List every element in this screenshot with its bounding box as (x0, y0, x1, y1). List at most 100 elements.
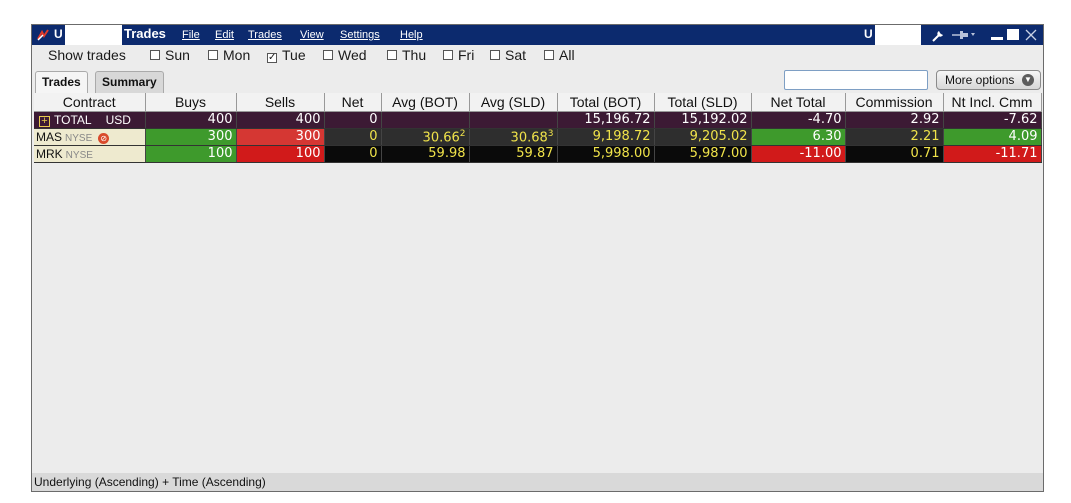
trades-table: Contract Buys Sells Net Avg (BOT) Avg (S… (34, 93, 1042, 163)
column-header-total-sld[interactable]: Total (SLD) (654, 93, 752, 112)
column-header-buys[interactable]: Buys (145, 93, 237, 112)
net-total-cell: -11.00 (751, 145, 846, 163)
day-checkbox-wed[interactable]: Wed (323, 47, 367, 63)
total-avg-sld (469, 111, 558, 129)
total-contract-cell[interactable]: + TOTAL USD (34, 111, 146, 129)
net-cell: 0 (324, 128, 382, 146)
total-sld-cell: 5,987.00 (654, 145, 752, 163)
account-redaction-right (875, 25, 921, 45)
day-label: Sun (165, 47, 190, 63)
column-header-commission[interactable]: Commission (845, 93, 944, 112)
day-checkbox-fri[interactable]: Fri (443, 47, 474, 63)
tab-summary[interactable]: Summary (95, 71, 164, 93)
day-label: Sat (505, 47, 527, 63)
day-checkbox-tue[interactable]: ✓ Tue (267, 47, 306, 63)
day-checkbox-thu[interactable]: Thu (387, 47, 426, 63)
day-checkbox-mon[interactable]: Mon (208, 47, 250, 63)
stop-icon: ⊘ (98, 132, 110, 144)
avg-bot-value: 30.66 (422, 129, 460, 145)
exchange: NYSE (65, 149, 93, 161)
nt-incl-cmm-cell: -11.71 (943, 145, 1042, 163)
total-total-sld: 15,192.02 (654, 111, 752, 129)
avg-bot-cell: 59.98 (381, 145, 470, 163)
checkbox-icon (387, 50, 397, 60)
column-header-sells[interactable]: Sells (236, 93, 325, 112)
buys-cell: 300 (145, 128, 237, 146)
contract-cell[interactable]: MAS NYSE ⊘ (34, 128, 146, 146)
day-checkbox-sat[interactable]: Sat (490, 47, 526, 63)
menu-settings[interactable]: Settings (340, 29, 380, 41)
total-total-bot: 15,196.72 (557, 111, 655, 129)
menu-edit[interactable]: Edit (215, 29, 234, 41)
title-bar: U Trades File Edit Trades View Settings … (32, 25, 1043, 45)
total-avg-bot (381, 111, 470, 129)
tab-bar: Trades Summary More options ▼ (32, 69, 1043, 93)
commission-cell: 0.71 (845, 145, 944, 163)
expand-icon[interactable]: + (39, 115, 50, 127)
tab-trades[interactable]: Trades (35, 71, 88, 93)
contract-cell[interactable]: MRK NYSE (34, 145, 146, 163)
checkbox-checked-icon: ✓ (267, 52, 277, 63)
total-buys: 400 (145, 111, 237, 129)
minimize-icon[interactable] (990, 27, 1004, 43)
chevron-down-icon: ▼ (1022, 74, 1034, 86)
show-trades-label: Show trades (48, 47, 126, 63)
symbol: MRK (36, 146, 63, 161)
day-label: Tue (282, 47, 306, 63)
net-total-cell: 6.30 (751, 128, 846, 146)
column-header-total-bot[interactable]: Total (BOT) (557, 93, 655, 112)
search-input[interactable] (784, 70, 928, 90)
sells-cell: 100 (236, 145, 325, 163)
menu-help[interactable]: Help (400, 29, 423, 41)
app-logo-icon (36, 28, 50, 42)
sort-status-bar: Underlying (Ascending) + Time (Ascending… (32, 473, 1043, 491)
menu-view[interactable]: View (300, 29, 324, 41)
symbol: MAS (36, 129, 63, 144)
trades-window: U Trades File Edit Trades View Settings … (31, 24, 1044, 492)
day-checkbox-all[interactable]: All (544, 47, 575, 63)
column-header-net[interactable]: Net (324, 93, 382, 112)
commission-cell: 2.21 (845, 128, 944, 146)
checkbox-icon (544, 50, 554, 60)
checkbox-icon (490, 50, 500, 60)
column-header-avg-bot[interactable]: Avg (BOT) (381, 93, 470, 112)
avg-sld-value: 30.68 (510, 129, 548, 145)
table-row[interactable]: MAS NYSE ⊘ 300 300 0 30.662 30.683 9,198.7… (34, 128, 1042, 146)
avg-bot-cell: 30.662 (381, 128, 470, 146)
close-icon[interactable] (1024, 27, 1038, 43)
avg-sld-cell: 59.87 (469, 145, 558, 163)
sells-cell: 300 (236, 128, 325, 146)
avg-sld-cell: 30.683 (469, 128, 558, 146)
total-net-total: -4.70 (751, 111, 846, 129)
checkbox-icon (208, 50, 218, 60)
menu-trades[interactable]: Trades (248, 29, 282, 41)
account-redaction-left (65, 25, 122, 45)
day-checkbox-sun[interactable]: Sun (150, 47, 190, 63)
column-header-contract[interactable]: Contract (34, 93, 146, 112)
account-id-right: U (864, 27, 873, 41)
table-row[interactable]: MRK NYSE 100 100 0 59.98 59.87 5,998.00 5… (34, 145, 1042, 163)
maximize-icon[interactable] (1006, 27, 1020, 43)
window-title: Trades (124, 26, 166, 41)
menu-file[interactable]: File (182, 29, 200, 41)
day-label: Fri (458, 47, 475, 63)
more-options-label: More options (945, 73, 1015, 87)
more-options-button[interactable]: More options ▼ (936, 70, 1041, 90)
column-header-avg-sld[interactable]: Avg (SLD) (469, 93, 558, 112)
buys-cell: 100 (145, 145, 237, 163)
total-commission: 2.92 (845, 111, 944, 129)
column-header-nt-incl-cmm[interactable]: Nt Incl. Cmm (943, 93, 1042, 112)
nt-incl-cmm-cell: 4.09 (943, 128, 1042, 146)
total-net: 0 (324, 111, 382, 129)
total-bot-cell: 9,198.72 (557, 128, 655, 146)
avg-sld-fraction: 3 (547, 128, 554, 139)
column-header-net-total[interactable]: Net Total (751, 93, 846, 112)
day-label: All (559, 47, 575, 63)
wrench-icon[interactable] (930, 27, 946, 43)
net-cell: 0 (324, 145, 382, 163)
day-label: Wed (338, 47, 367, 63)
account-id-left: U (54, 27, 63, 41)
total-row[interactable]: + TOTAL USD 400 400 0 15,196.72 15,192.02 … (34, 111, 1042, 129)
show-trades-bar: Show trades Sun Mon ✓ Tue Wed Thu Fri Sat… (32, 45, 1043, 67)
pin-icon[interactable] (950, 27, 976, 43)
